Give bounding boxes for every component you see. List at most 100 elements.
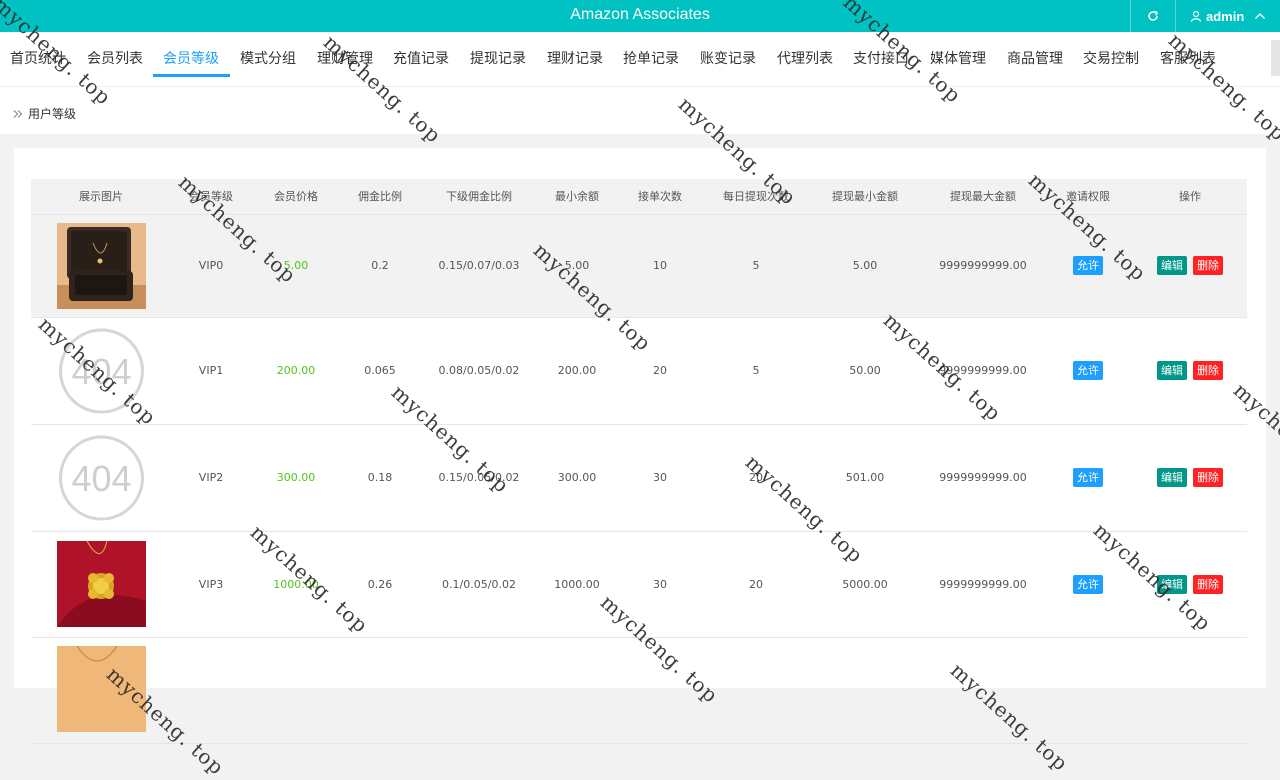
withdraw-max-cell: 9999999999.00 bbox=[923, 317, 1043, 425]
tab-product-manage[interactable]: 商品管理 bbox=[1007, 40, 1063, 78]
tab-mode-group[interactable]: 模式分组 bbox=[240, 40, 296, 78]
min-balance-cell: 1000.00 bbox=[539, 531, 615, 638]
invite-allow-badge[interactable]: 允许 bbox=[1073, 361, 1103, 380]
tab-home-stats[interactable]: 首页统计 bbox=[10, 40, 66, 78]
tab-withdraw-records[interactable]: 提现记录 bbox=[470, 40, 526, 78]
commission-cell: 0.065 bbox=[341, 317, 419, 425]
refresh-button[interactable] bbox=[1130, 0, 1176, 32]
invite-allow-badge[interactable]: 允许 bbox=[1073, 574, 1103, 594]
commission-cell: 0.26 bbox=[341, 531, 419, 638]
withdraw-min-cell: 50.00 bbox=[807, 317, 923, 425]
orders-cell: 10 bbox=[615, 214, 705, 318]
min-balance-cell: 200.00 bbox=[539, 317, 615, 425]
edit-button[interactable]: 编辑 bbox=[1157, 361, 1187, 380]
content-card: 展示图片 会员等级 会员价格 佣金比例 下级佣金比例 最小余额 接单次数 每日提… bbox=[14, 148, 1266, 744]
nav-tabs: 首页统计 会员列表 会员等级 模式分组 理财管理 充值记录 提现记录 理财记录 … bbox=[0, 32, 1280, 86]
delete-button[interactable]: 删除 bbox=[1193, 574, 1223, 594]
withdraw-min-cell: 501.00 bbox=[807, 424, 923, 532]
chevron-up-icon bbox=[1255, 13, 1266, 19]
min-balance-cell: 300.00 bbox=[539, 424, 615, 532]
active-tab-indicator bbox=[153, 74, 230, 77]
tab-member-list[interactable]: 会员列表 bbox=[87, 40, 143, 78]
level-cell: VIP3 bbox=[171, 531, 251, 638]
header-image: 展示图片 bbox=[31, 179, 171, 215]
tab-agent-list[interactable]: 代理列表 bbox=[777, 40, 833, 78]
price-cell: 200.00 bbox=[251, 317, 341, 425]
header-daily-withdraw: 每日提现次数 bbox=[705, 179, 807, 215]
header-price: 会员价格 bbox=[251, 179, 341, 215]
table-header: 展示图片 会员等级 会员价格 佣金比例 下级佣金比例 最小余额 接单次数 每日提… bbox=[31, 179, 1247, 215]
commission-cell: 0.18 bbox=[341, 424, 419, 532]
delete-button[interactable]: 删除 bbox=[1193, 256, 1223, 275]
tab-finance-manage[interactable]: 理财管理 bbox=[317, 40, 373, 78]
daily-withdraw-cell: 20 bbox=[705, 424, 807, 532]
table-row: VIP3 1000.00 0.26 0.1/0.05/0.02 1000.00 … bbox=[31, 531, 1247, 638]
header-min-balance: 最小余额 bbox=[539, 179, 615, 215]
header-withdraw-max: 提现最大金额 bbox=[923, 179, 1043, 215]
delete-button[interactable]: 删除 bbox=[1193, 361, 1223, 380]
image-404-placeholder: 404 bbox=[58, 328, 144, 413]
level-cell: VIP0 bbox=[171, 214, 251, 318]
tab-service-list[interactable]: 客服列表 bbox=[1160, 40, 1216, 78]
withdraw-min-cell: 5.00 bbox=[807, 214, 923, 318]
breadcrumb: 用户等级 bbox=[12, 105, 76, 122]
header-invite: 邀请权限 bbox=[1043, 179, 1133, 215]
daily-withdraw-cell: 20 bbox=[705, 531, 807, 638]
orders-cell: 30 bbox=[615, 531, 705, 638]
withdraw-max-cell: 9999999999.00 bbox=[923, 424, 1043, 532]
member-level-table: 展示图片 会员等级 会员价格 佣金比例 下级佣金比例 最小余额 接单次数 每日提… bbox=[31, 179, 1247, 744]
image-404-placeholder: 404 bbox=[58, 435, 144, 520]
table-row: 404 VIP1 200.00 0.065 0.08/0.05/0.02 200… bbox=[31, 317, 1247, 425]
app-title: Amazon Associates bbox=[570, 6, 710, 23]
sub-commission-cell: 0.08/0.05/0.02 bbox=[419, 317, 539, 425]
breadcrumb-current: 用户等级 bbox=[28, 107, 77, 121]
tab-payment-interface[interactable]: 支付接口 bbox=[853, 40, 909, 78]
sub-commission-cell: 0.15/0.05/0.02 bbox=[419, 424, 539, 532]
gold-pendant-image bbox=[56, 541, 146, 627]
invite-allow-badge[interactable]: 允许 bbox=[1073, 256, 1103, 275]
withdraw-max-cell: 9999999999.00 bbox=[923, 214, 1043, 318]
top-bar: Amazon Associates admin bbox=[0, 0, 1280, 32]
tab-trade-control[interactable]: 交易控制 bbox=[1083, 40, 1139, 78]
edit-button[interactable]: 编辑 bbox=[1157, 574, 1187, 594]
header-level: 会员等级 bbox=[171, 179, 251, 215]
placeholder-404-text: 404 bbox=[71, 458, 131, 499]
table-row bbox=[31, 637, 1247, 744]
header-orders: 接单次数 bbox=[615, 179, 705, 215]
min-balance-cell: 5.00 bbox=[539, 214, 615, 318]
price-cell: 1000.00 bbox=[251, 531, 341, 638]
orders-cell: 20 bbox=[615, 317, 705, 425]
user-menu[interactable]: admin bbox=[1190, 0, 1266, 32]
user-icon bbox=[1190, 10, 1202, 22]
daily-withdraw-cell: 5 bbox=[705, 317, 807, 425]
tab-grab-order-records[interactable]: 抢单记录 bbox=[623, 40, 679, 78]
sub-commission-cell: 0.1/0.05/0.02 bbox=[419, 531, 539, 638]
tab-finance-records[interactable]: 理财记录 bbox=[547, 40, 603, 78]
jewelry-box-image bbox=[56, 222, 146, 309]
tab-media-manage[interactable]: 媒体管理 bbox=[930, 40, 986, 78]
orders-cell: 30 bbox=[615, 424, 705, 532]
gold-chain-image bbox=[56, 645, 146, 732]
edit-button[interactable]: 编辑 bbox=[1157, 468, 1187, 487]
placeholder-404-text: 404 bbox=[71, 351, 131, 392]
tabs-scrollbar[interactable] bbox=[1271, 40, 1280, 76]
price-cell: 300.00 bbox=[251, 424, 341, 532]
sub-commission-cell: 0.15/0.07/0.03 bbox=[419, 214, 539, 318]
tab-recharge-records[interactable]: 充值记录 bbox=[393, 40, 449, 78]
delete-button[interactable]: 删除 bbox=[1193, 468, 1223, 487]
double-chevron-right-icon bbox=[13, 109, 23, 118]
price-cell: 5.00 bbox=[251, 214, 341, 318]
edit-button[interactable]: 编辑 bbox=[1157, 256, 1187, 275]
commission-cell: 0.2 bbox=[341, 214, 419, 318]
table-row: 404 VIP2 300.00 0.18 0.15/0.05/0.02 300.… bbox=[31, 424, 1247, 532]
header-sub-commission: 下级佣金比例 bbox=[419, 179, 539, 215]
withdraw-max-cell: 9999999999.00 bbox=[923, 531, 1043, 638]
invite-allow-badge[interactable]: 允许 bbox=[1073, 468, 1103, 487]
level-cell: VIP2 bbox=[171, 424, 251, 532]
tab-member-level[interactable]: 会员等级 bbox=[163, 40, 219, 78]
tab-balance-change-records[interactable]: 账变记录 bbox=[700, 40, 756, 78]
refresh-icon bbox=[1148, 10, 1158, 21]
breadcrumb-bar: 用户等级 bbox=[0, 86, 1280, 134]
table-row: VIP0 5.00 0.2 0.15/0.07/0.03 5.00 10 5 5… bbox=[31, 214, 1247, 318]
header-commission: 佣金比例 bbox=[341, 179, 419, 215]
